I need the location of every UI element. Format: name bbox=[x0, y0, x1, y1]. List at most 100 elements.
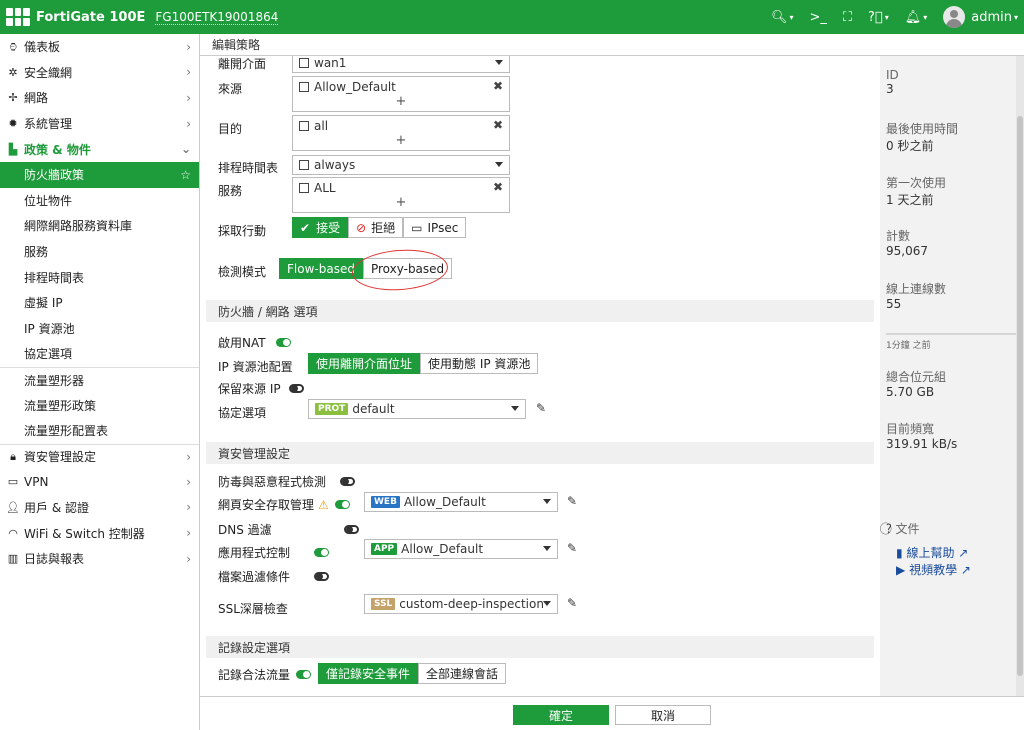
deny-button[interactable]: ⊘ 拒絕 bbox=[348, 217, 404, 238]
service-field[interactable]: ALL ✖ + bbox=[292, 177, 510, 213]
help-icon: ?⃝ bbox=[868, 9, 883, 25]
ssl-inspection-row: SSL深層檢查 bbox=[218, 600, 288, 617]
ssl-inspection-select[interactable]: SSL custom-deep-inspection bbox=[364, 594, 558, 614]
sidebar-item-system[interactable]: ✹ 系統管理 › bbox=[0, 111, 199, 137]
destination-field[interactable]: all ✖ + bbox=[292, 115, 510, 151]
stat-value: 5.70 GB bbox=[886, 385, 935, 399]
dns-filter-toggle[interactable] bbox=[343, 525, 359, 534]
add-destination-button[interactable]: + bbox=[293, 133, 509, 148]
ippool-label: IP 資源池配置 bbox=[218, 360, 293, 374]
edit-icon[interactable]: ✎ bbox=[567, 541, 577, 555]
stat-value: 319.91 kB/s bbox=[886, 437, 958, 451]
sidebar-item-label: 流量塑形配置表 bbox=[24, 424, 109, 439]
chevron-down-icon: ▾ bbox=[923, 12, 928, 22]
destination-row: 目的 bbox=[218, 120, 242, 137]
star-icon[interactable]: ☆ bbox=[180, 168, 191, 182]
app-control-select[interactable]: APP Allow_Default bbox=[364, 539, 558, 559]
log-all-sessions-button[interactable]: 全部連線會話 bbox=[418, 663, 507, 684]
use-dynamic-ippool-button[interactable]: 使用動態 IP 資源池 bbox=[420, 353, 539, 374]
video-tutorial-link[interactable]: ▶ 視頻教學 ↗ bbox=[896, 561, 971, 578]
sidebar-item-network[interactable]: ✢ 網路 › bbox=[0, 85, 199, 111]
stat-label: 第一次使用 bbox=[886, 176, 947, 190]
source-field[interactable]: Allow_Default ✖ + bbox=[292, 76, 510, 112]
log-security-events-button[interactable]: 僅記錄安全事件 bbox=[318, 663, 419, 684]
add-source-button[interactable]: + bbox=[293, 94, 509, 109]
nat-toggle[interactable] bbox=[275, 338, 291, 347]
fullscreen-icon[interactable]: ⛶ bbox=[843, 10, 852, 25]
dns-filter-label: DNS 過濾 bbox=[218, 523, 272, 537]
ok-button[interactable]: 確定 bbox=[513, 705, 609, 725]
file-filter-toggle[interactable] bbox=[314, 572, 330, 581]
chevron-down-icon: ▾ bbox=[884, 12, 889, 22]
sidebar-item-schedules[interactable]: 排程時間表 bbox=[0, 264, 199, 290]
search-menu[interactable]: 🔍︎ ▾ bbox=[771, 10, 794, 25]
use-outgoing-interface-button[interactable]: 使用離開介面位址 bbox=[308, 353, 421, 374]
sidebar-item-traffic-shaping-profile[interactable]: 流量塑形配置表 bbox=[0, 418, 199, 444]
sidebar-item-internet-service-db[interactable]: 網際網路服務資料庫 bbox=[0, 213, 199, 239]
remove-icon[interactable]: ✖ bbox=[493, 79, 503, 93]
warning-icon: ⚠ bbox=[318, 497, 329, 512]
check-icon: ✔ bbox=[300, 220, 311, 235]
sidebar-item-protocol-options[interactable]: 協定選項 bbox=[0, 341, 199, 367]
accept-button[interactable]: ✔ 接受 bbox=[292, 217, 349, 238]
chevron-right-icon: › bbox=[186, 65, 191, 80]
stat-label: 計數 bbox=[886, 229, 911, 243]
sidebar-item-vpn[interactable]: ▭ VPN › bbox=[0, 469, 199, 495]
sidebar-item-log-report[interactable]: ▥ 日誌與報表 › bbox=[0, 546, 199, 572]
chevron-down-icon: ▾ bbox=[1013, 12, 1018, 22]
scrollbar[interactable] bbox=[1016, 56, 1024, 696]
sidebar-item-dashboard[interactable]: ⌚︎ 儀表板 › bbox=[0, 34, 199, 60]
flow-based-label: Flow-based bbox=[287, 261, 355, 276]
sidebar-item-traffic-shaping-policy[interactable]: 流量塑形政策 bbox=[0, 392, 199, 418]
remove-icon[interactable]: ✖ bbox=[493, 118, 503, 132]
notifications-menu[interactable]: 🔔︎ ▾ bbox=[905, 10, 928, 25]
log-traffic-toggle[interactable] bbox=[296, 670, 312, 679]
deny-label: 拒絕 bbox=[371, 221, 396, 235]
preserve-source-toggle[interactable] bbox=[288, 384, 304, 393]
help-menu[interactable]: ?⃝ ▾ bbox=[868, 10, 889, 25]
ippool-row: IP 資源池配置 bbox=[218, 358, 293, 375]
serial-number[interactable]: FG100ETK19001864 bbox=[155, 10, 279, 25]
sidebar-item-addresses[interactable]: 位址物件 bbox=[0, 188, 199, 214]
schedule-select[interactable]: always bbox=[292, 155, 510, 175]
web-filter-label: 網頁安全存取管理 bbox=[218, 498, 315, 512]
app-control-toggle[interactable] bbox=[314, 548, 330, 557]
stat-total-bytes: 總合位元組 5.70 GB bbox=[886, 368, 946, 399]
sidebar-item-policy-objects[interactable]: ▙ 政策 & 物件 ⌄ bbox=[0, 136, 199, 162]
out-interface-select[interactable]: wan1 bbox=[292, 56, 510, 73]
edit-icon[interactable]: ✎ bbox=[567, 596, 577, 610]
sidebar-item-label: 日誌與報表 bbox=[24, 552, 85, 567]
stat-value: 3 bbox=[886, 82, 894, 96]
add-service-button[interactable]: + bbox=[293, 195, 509, 210]
cancel-button[interactable]: 取消 bbox=[615, 705, 711, 725]
sidebar-item-firewall-policy[interactable]: 防火牆政策 ☆ bbox=[0, 161, 199, 188]
sidebar-item-services[interactable]: 服務 bbox=[0, 239, 199, 265]
online-help-link[interactable]: ▮ 線上幫助 ↗ bbox=[896, 544, 968, 561]
web-filter-select[interactable]: WEB Allow_Default bbox=[364, 492, 558, 512]
cli-console-icon[interactable]: >_ bbox=[809, 10, 826, 25]
user-menu[interactable]: admin ▾ bbox=[943, 6, 1018, 28]
sidebar-item-wifi-switch[interactable]: ◠ WiFi & Switch 控制器 › bbox=[0, 520, 199, 546]
app-control-row: 應用程式控制 bbox=[218, 544, 330, 561]
web-filter-toggle[interactable] bbox=[334, 500, 350, 509]
edit-icon[interactable]: ✎ bbox=[567, 494, 577, 508]
sidebar-item-user-auth[interactable]: 👤︎ 用戶 & 認證 › bbox=[0, 495, 199, 521]
sidebar-item-security-profiles[interactable]: 🔒︎ 資安管理設定 › bbox=[0, 443, 199, 470]
ipsec-button[interactable]: ▭ IPsec bbox=[403, 217, 467, 238]
sidebar-item-virtual-ip[interactable]: 虛擬 IP bbox=[0, 290, 199, 316]
sidebar-item-traffic-shapers[interactable]: 流量塑形器 bbox=[0, 366, 199, 393]
section-title: 資安管理設定 bbox=[218, 446, 291, 461]
sidebar-item-label: 排程時間表 bbox=[24, 270, 85, 285]
sidebar-item-security-fabric[interactable]: ✲ 安全織網 › bbox=[0, 60, 199, 86]
sidebar-item-ip-pools[interactable]: IP 資源池 bbox=[0, 316, 199, 342]
edit-icon[interactable]: ✎ bbox=[536, 401, 546, 415]
remove-icon[interactable]: ✖ bbox=[493, 180, 503, 194]
protocol-options-select[interactable]: PROT default bbox=[308, 399, 526, 419]
nat-row: 啟用NAT bbox=[218, 334, 291, 351]
policy-statistics-panel: ID 3 最後使用時間 0 秒之前 第一次使用 1 天之前 計數 95,067 線上連線… bbox=[880, 56, 1024, 696]
form-footer: 確定 取消 bbox=[200, 696, 1024, 730]
flow-based-button[interactable]: Flow-based bbox=[279, 258, 363, 279]
scrollbar-thumb[interactable] bbox=[1017, 116, 1023, 676]
antivirus-toggle[interactable] bbox=[340, 477, 356, 486]
accept-label: 接受 bbox=[316, 221, 341, 235]
